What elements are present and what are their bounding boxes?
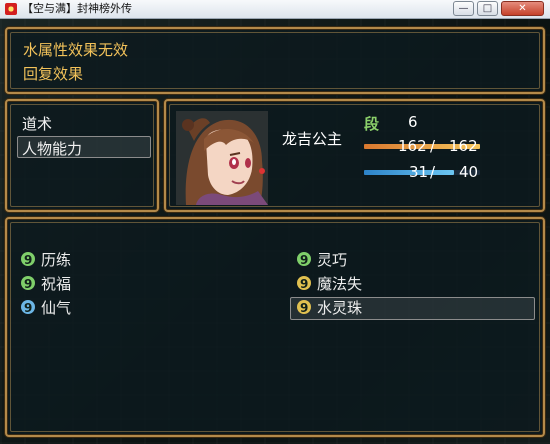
hp-current: 162 [398,137,427,155]
skill-label: 历练 [41,251,72,269]
green-skill-orb-icon: 9 [21,252,35,267]
title-bar[interactable]: 【空与满】封神榜外传 — □ ✕ [0,0,550,19]
close-button[interactable]: ✕ [501,1,544,16]
mp-max: 40 [459,163,479,181]
skill-label: 祝福 [41,275,72,293]
hp-separator: / [430,137,436,155]
maximize-button[interactable]: □ [477,1,498,16]
skill-label: 仙气 [41,299,72,317]
character-portrait [176,111,268,205]
app-icon [5,3,17,15]
blue-skill-orb-icon: 9 [21,300,35,315]
help-text-line-2: 回复效果 [23,65,84,83]
green-skill-orb-icon: 9 [297,252,311,267]
skill-label: 水灵珠 [317,299,363,317]
game-scene: 水属性效果无效 回复效果 道术 人物能力 龙吉公主 段 6 162 / 162 … [0,19,550,444]
mp-separator: / [430,163,436,181]
level-label: 段 [364,115,380,133]
skill-label: 魔法失 [317,275,363,293]
minimize-button[interactable]: — [453,1,474,16]
level-value: 6 [408,113,418,131]
command-window: 道术 人物能力 [5,99,159,212]
character-name: 龙吉公主 [282,130,343,148]
window-title: 【空与满】封神榜外传 [22,2,132,15]
hp-max: 162 [449,137,478,155]
command-item-abilities[interactable]: 人物能力 [22,138,82,159]
princess-portrait-image [176,111,268,205]
skill-label: 灵巧 [317,251,348,269]
mp-current: 31 [409,163,429,181]
status-window: 龙吉公主 段 6 162 / 162 31 / 40 [164,99,545,212]
green-skill-orb-icon: 9 [21,276,35,291]
gold-skill-orb-icon: 9 [297,276,311,291]
help-text-line-1: 水属性效果无效 [23,41,129,59]
help-window: 水属性效果无效 回复效果 [5,27,545,94]
gold-skill-orb-icon: 9 [297,300,311,315]
command-item-magic[interactable]: 道术 [22,113,52,134]
skill-list-window [5,217,545,437]
